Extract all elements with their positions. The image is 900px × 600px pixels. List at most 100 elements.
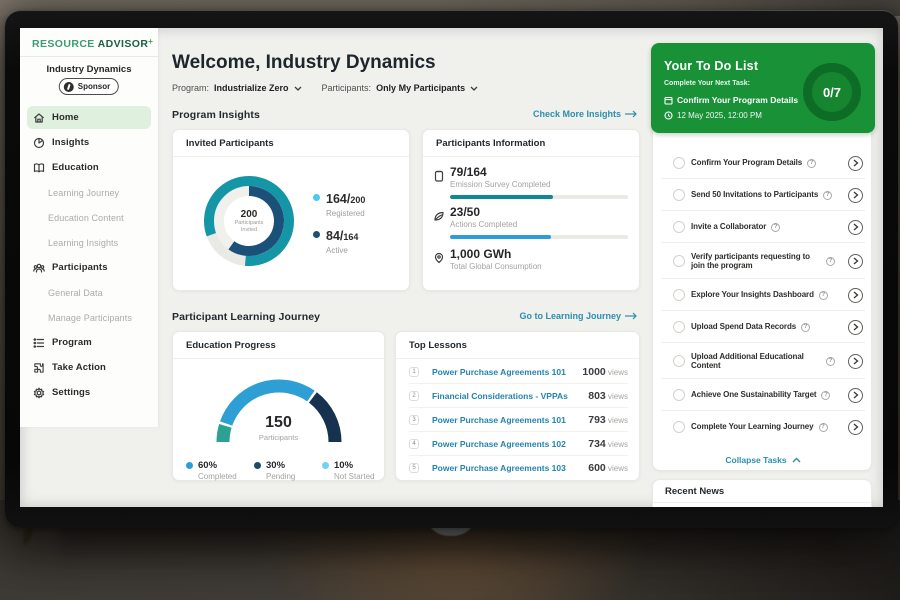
brand-secondary: ADVISOR <box>98 38 149 50</box>
legend-dot <box>313 194 320 201</box>
program-filter-value[interactable]: Industrialize Zero <box>214 83 289 93</box>
task-go-button[interactable] <box>848 220 863 235</box>
monitor-bezel: RESOURCE ADVISOR+ Industry Dynamics Spon… <box>5 10 898 528</box>
todo-task-row: Complete Your Learning Journey? <box>653 411 873 443</box>
learning-journey-heading: Participant Learning Journey <box>172 311 320 323</box>
todo-task-row: Explore Your Insights Dashboard? <box>653 279 873 311</box>
next-task-label: Confirm Your Program Details <box>677 95 798 105</box>
sidebar-item-manage-participants[interactable]: Manage Participants <box>20 305 158 330</box>
task-label: Complete Your Learning Journey <box>691 422 814 432</box>
sidebar-item-settings[interactable]: Settings <box>20 380 158 405</box>
help-icon[interactable]: ? <box>823 191 832 200</box>
participants-filter-value[interactable]: Only My Participants <box>376 83 465 93</box>
task-checkbox[interactable] <box>673 421 685 433</box>
sidebar-item-learning-insights[interactable]: Learning Insights <box>20 230 158 255</box>
help-icon[interactable]: ? <box>819 291 828 300</box>
chevron-down-icon[interactable] <box>294 86 302 91</box>
sidebar-item-label: General Data <box>48 288 103 298</box>
task-go-button[interactable] <box>848 188 863 203</box>
arrow-right-icon <box>625 110 638 118</box>
legend-label: Pending <box>266 472 295 481</box>
legend-denominator: 200 <box>350 195 365 205</box>
sidebar-item-label: Participants <box>52 262 108 273</box>
sidebar-item-label: Manage Participants <box>48 313 132 323</box>
task-checkbox[interactable] <box>673 321 685 333</box>
legend-denominator: 164 <box>343 232 358 242</box>
task-go-button[interactable] <box>848 156 863 171</box>
todo-task-row: Verify participants requesting to join t… <box>653 243 873 279</box>
todo-title: Your To Do List <box>664 59 758 73</box>
insights-icon <box>33 137 45 149</box>
task-checkbox[interactable] <box>673 157 685 169</box>
check-more-insights-link[interactable]: Check More Insights <box>533 109 638 119</box>
todo-subtitle: Complete Your Next Task: <box>664 80 750 87</box>
program-icon <box>33 337 45 349</box>
brand-plus: + <box>148 37 153 46</box>
collapse-tasks-link[interactable]: Collapse Tasks <box>653 455 873 465</box>
task-go-button[interactable] <box>848 288 863 303</box>
task-label: Verify participants requesting to join t… <box>691 252 821 271</box>
lesson-row: 1Power Purchase Agreements 1011000 views <box>409 360 628 384</box>
help-icon[interactable]: ? <box>801 323 810 332</box>
todo-card: Your To Do List Complete Your Next Task:… <box>652 44 872 471</box>
task-go-button[interactable] <box>848 354 863 369</box>
task-checkbox[interactable] <box>673 355 685 367</box>
todo-next-time: 12 May 2025, 12:00 PM <box>664 111 762 120</box>
lesson-row: 2Financial Considerations - VPPAs803 vie… <box>409 384 628 408</box>
task-go-button[interactable] <box>848 320 863 335</box>
task-checkbox[interactable] <box>673 189 685 201</box>
chevron-down-icon[interactable] <box>470 86 478 91</box>
help-icon[interactable]: ? <box>826 257 835 266</box>
sidebar-item-home[interactable]: Home <box>20 105 158 130</box>
sidebar-item-education-content[interactable]: Education Content <box>20 205 158 230</box>
collapse-tasks-label: Collapse Tasks <box>725 455 786 465</box>
home-icon <box>33 112 45 124</box>
lesson-views: 793 views <box>588 414 628 426</box>
stat-value: 1,000 GWh <box>450 248 631 261</box>
program-insights-heading: Program Insights <box>172 109 260 121</box>
sidebar-item-label: Learning Journey <box>48 188 119 198</box>
emission-survey-row: 79/164 Emission Survey Completed <box>433 166 631 189</box>
sidebar-item-program[interactable]: Program <box>20 330 158 355</box>
brand-logo[interactable]: RESOURCE ADVISOR+ <box>32 37 153 50</box>
consumption-icon <box>433 251 445 263</box>
sidebar-item-education[interactable]: Education <box>20 155 158 180</box>
lesson-rank: 1 <box>409 367 419 377</box>
task-label: Explore Your Insights Dashboard <box>691 290 814 300</box>
task-checkbox[interactable] <box>673 255 685 267</box>
lesson-link[interactable]: Power Purchase Agreements 101 <box>432 415 566 425</box>
lesson-link[interactable]: Power Purchase Agreements 103 <box>432 463 566 473</box>
help-icon[interactable]: ? <box>771 223 780 232</box>
lesson-link[interactable]: Power Purchase Agreements 101 <box>432 367 566 377</box>
sponsor-label: Sponsor <box>78 82 110 91</box>
sidebar-item-general-data[interactable]: General Data <box>20 280 158 305</box>
task-go-button[interactable] <box>848 420 863 435</box>
sidebar-item-take-action[interactable]: Take Action <box>20 355 158 380</box>
main-content: Welcome, Industry Dynamics Program: Indu… <box>158 28 652 507</box>
donut-center-label: 200 Participants Invited <box>235 209 264 233</box>
lesson-rank: 4 <box>409 439 419 449</box>
stat-value: 79/164 <box>450 166 631 179</box>
help-icon[interactable]: ? <box>826 357 835 366</box>
task-checkbox[interactable] <box>673 289 685 301</box>
lesson-link[interactable]: Power Purchase Agreements 102 <box>432 439 566 449</box>
org-name: Industry Dynamics <box>20 64 158 75</box>
task-go-button[interactable] <box>848 388 863 403</box>
go-to-learning-journey-link[interactable]: Go to Learning Journey <box>519 311 638 321</box>
sponsor-badge[interactable]: Sponsor <box>59 78 119 95</box>
lesson-link[interactable]: Financial Considerations - VPPAs <box>432 391 568 401</box>
sidebar-item-insights[interactable]: Insights <box>20 130 158 155</box>
help-icon[interactable]: ? <box>807 159 816 168</box>
todo-next-task: Confirm Your Program Details <box>664 95 798 105</box>
task-go-button[interactable] <box>848 254 863 269</box>
task-checkbox[interactable] <box>673 389 685 401</box>
lesson-rank: 3 <box>409 415 419 425</box>
sidebar-item-learning-journey[interactable]: Learning Journey <box>20 180 158 205</box>
card-divider <box>173 358 384 359</box>
progress-fill <box>450 235 551 239</box>
sidebar-item-participants[interactable]: Participants <box>20 255 158 280</box>
help-icon[interactable]: ? <box>819 423 828 432</box>
help-icon[interactable]: ? <box>821 391 830 400</box>
task-label: Upload Spend Data Records <box>691 322 796 332</box>
task-checkbox[interactable] <box>673 221 685 233</box>
